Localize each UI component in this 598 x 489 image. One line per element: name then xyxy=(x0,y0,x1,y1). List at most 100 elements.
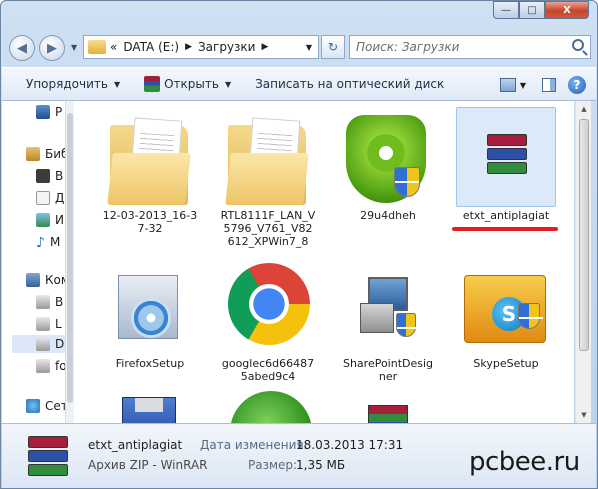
search-input[interactable]: Поиск: Загрузки xyxy=(349,35,591,59)
preview-pane-icon[interactable] xyxy=(542,78,556,92)
winrar-archive-icon xyxy=(28,436,68,480)
chevron-down-icon: ▼ xyxy=(113,79,121,89)
view-icon[interactable] xyxy=(499,78,516,92)
scroll-thumb[interactable] xyxy=(579,119,589,351)
scroll-thumb[interactable] xyxy=(67,113,73,403)
sidebar-item-video[interactable]: В xyxy=(36,169,63,183)
chrome-icon xyxy=(228,263,310,345)
details-modified-value: 18.03.2013 17:31 xyxy=(296,438,404,452)
folder-icon xyxy=(225,117,309,205)
file-name: googlec6d664875abed9c4 xyxy=(221,357,315,383)
breadcrumb-arrow-icon[interactable]: ▶ xyxy=(185,42,192,52)
sidebar-item-drive-d[interactable]: D xyxy=(12,335,65,353)
file-name: FirefoxSetup xyxy=(115,357,185,370)
sidebar-item-label: В xyxy=(55,169,64,183)
scroll-down-icon[interactable]: ▼ xyxy=(576,407,592,423)
search-icon[interactable] xyxy=(572,39,584,51)
sidebar-item-computer[interactable]: Ком xyxy=(26,273,65,287)
breadcrumb-folder[interactable]: Загрузки xyxy=(198,40,256,54)
file-tile[interactable] xyxy=(338,391,438,423)
network-icon xyxy=(26,399,40,413)
details-size-value: 1,35 МБ xyxy=(296,458,346,472)
file-tile[interactable]: googlec6d664875abed9c4 xyxy=(218,255,318,383)
arrow-right-icon: ▶ xyxy=(47,40,57,56)
close-button[interactable]: X xyxy=(545,1,589,19)
sidebar-item-images[interactable]: И xyxy=(36,213,64,227)
scroll-up-icon[interactable]: ▲ xyxy=(576,101,592,117)
file-tile-selected[interactable]: etxt_antiplagiat xyxy=(456,107,556,222)
folder-icon xyxy=(88,40,106,54)
navigation-pane: Р Биб В Д И ♪М Ком В L D fo Сет xyxy=(2,101,66,423)
desktop-icon xyxy=(36,105,50,119)
sidebar-item-documents[interactable]: Д xyxy=(36,191,64,205)
help-icon[interactable]: ? xyxy=(568,76,586,94)
minimize-button[interactable]: — xyxy=(493,1,519,19)
file-tile[interactable]: 29u4dheh xyxy=(338,107,438,222)
sidebar-item-label: D xyxy=(55,337,65,351)
file-name: RTL8111F_LAN_V5796_V761_V82612_XPWin7_8 xyxy=(220,209,316,248)
burn-button[interactable]: Записать на оптический диск xyxy=(255,77,444,91)
recent-pages-dropdown[interactable]: ▼ xyxy=(71,43,77,52)
file-tile[interactable] xyxy=(218,391,318,423)
file-tile[interactable]: SharePointDesigner xyxy=(338,255,438,383)
organize-button[interactable]: Упорядочить ▼ xyxy=(26,77,120,91)
file-tile[interactable] xyxy=(100,391,200,423)
view-dropdown-icon[interactable]: ▼ xyxy=(520,81,526,90)
file-view-scrollbar[interactable]: ▲ ▼ xyxy=(575,101,591,423)
command-bar: Упорядочить ▼ Открыть ▼ Записать на оптиче… xyxy=(2,67,596,101)
file-name: SharePointDesigner xyxy=(342,357,434,383)
sidebar-item-label: Ком xyxy=(45,273,65,287)
details-file-name: etxt_antiplagiat xyxy=(88,438,183,452)
setup-cd-icon xyxy=(118,275,178,339)
floppy-icon xyxy=(122,397,176,423)
open-button[interactable]: Открыть ▼ xyxy=(144,76,231,92)
breadcrumb-drive[interactable]: DATA (E:) xyxy=(123,40,179,54)
file-tile[interactable]: S SkypeSetup xyxy=(456,255,556,370)
organize-label: Упорядочить xyxy=(26,77,108,91)
address-dropdown-icon[interactable]: ▼ xyxy=(306,43,312,52)
sidebar-item-desktop[interactable]: Р xyxy=(36,105,62,119)
drive-icon xyxy=(36,317,50,331)
file-tile[interactable]: 12-03-2013_16-37-32 xyxy=(100,107,200,235)
explorer-window: — □ X ◀ ▶ ▼ « DATA (E:) ▶ Загрузки ▶ ▼ ↻… xyxy=(0,0,598,489)
sidebar-item-music[interactable]: ♪ М xyxy=(36,235,61,251)
forward-button[interactable]: ▶ xyxy=(39,35,65,61)
folder-icon xyxy=(107,117,191,205)
drive-icon xyxy=(36,295,50,309)
caption-buttons: — □ X xyxy=(493,1,589,19)
file-tile[interactable]: FirefoxSetup xyxy=(100,255,200,370)
file-name: etxt_antiplagiat xyxy=(462,209,550,222)
file-name: SkypeSetup xyxy=(473,357,539,370)
video-icon xyxy=(36,169,50,183)
winrar-icon xyxy=(368,405,408,423)
drive-icon xyxy=(36,359,50,373)
sidebar-item-drive-l[interactable]: L xyxy=(36,317,62,331)
address-bar[interactable]: « DATA (E:) ▶ Загрузки ▶ ▼ xyxy=(83,35,319,59)
sidebar-item-label: Биб xyxy=(45,147,65,161)
uac-shield-icon xyxy=(394,167,420,197)
sidebar-item-drive-c[interactable]: В xyxy=(36,295,63,309)
sidebar-item-label: Сет xyxy=(45,399,66,413)
file-name: 29u4dheh xyxy=(360,209,416,222)
maximize-button[interactable]: □ xyxy=(519,1,545,19)
breadcrumb-overflow[interactable]: « xyxy=(110,40,117,54)
sidebar-item-libraries[interactable]: Биб xyxy=(26,147,65,161)
library-icon xyxy=(26,147,40,161)
sidebar-item-label: М xyxy=(49,235,61,249)
music-icon: ♪ xyxy=(36,235,45,251)
breadcrumb-arrow-icon[interactable]: ▶ xyxy=(261,42,268,52)
sidebar-item-label: fo xyxy=(55,359,66,373)
burn-label: Записать на оптический диск xyxy=(255,77,445,91)
navigation-scrollbar[interactable] xyxy=(66,101,74,423)
details-size-label: Размер: xyxy=(248,458,298,472)
file-tile[interactable]: RTL8111F_LAN_V5796_V761_V82612_XPWin7_8 xyxy=(218,107,318,248)
utorrent-icon xyxy=(230,391,312,423)
refresh-icon: ↻ xyxy=(327,40,339,54)
sidebar-item-label: И xyxy=(55,213,64,227)
details-file-type: Архив ZIP - WinRAR xyxy=(88,458,208,472)
back-button[interactable]: ◀ xyxy=(9,35,35,61)
file-view: 12-03-2013_16-37-32 RTL8111F_LAN_V5796_V… xyxy=(74,101,574,423)
sidebar-item-drive-fo[interactable]: fo xyxy=(36,359,66,373)
refresh-button[interactable]: ↻ xyxy=(321,35,345,59)
sidebar-item-network[interactable]: Сет xyxy=(26,399,66,413)
